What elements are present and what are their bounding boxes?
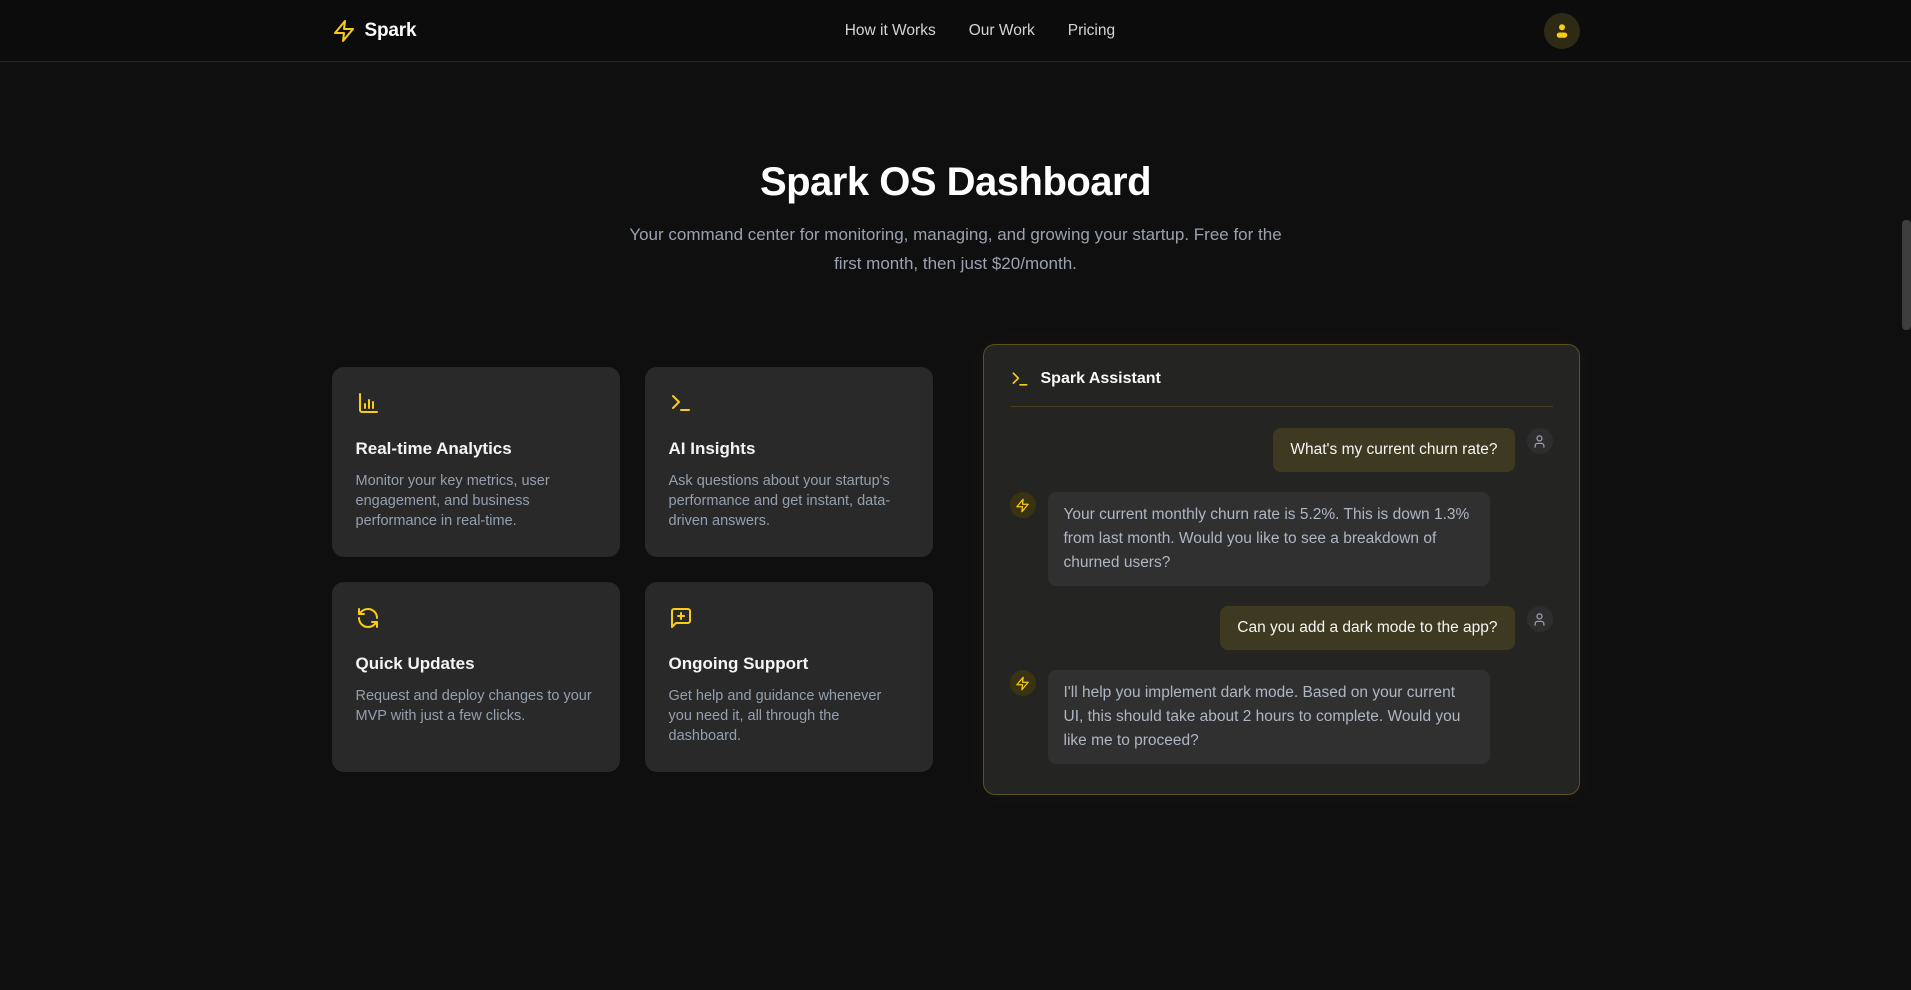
- page-title: Spark OS Dashboard: [0, 158, 1911, 206]
- feature-description: Get help and guidance whenever you need …: [669, 686, 909, 746]
- user-icon: [1532, 434, 1547, 449]
- feature-title: AI Insights: [669, 439, 909, 459]
- nav-links: How it Works Our Work Pricing: [845, 22, 1115, 40]
- user-message-row: What's my current churn rate?: [1010, 428, 1553, 472]
- feature-card-realtime-analytics: Real-time Analytics Monitor your key met…: [332, 367, 620, 557]
- bar-chart-icon: [356, 391, 596, 415]
- brand-name: Spark: [365, 20, 417, 42]
- message-list: What's my current churn rate? Your curre…: [1010, 428, 1553, 764]
- assistant-panel-title: Spark Assistant: [1041, 370, 1161, 388]
- user-message-bubble: Can you add a dark mode to the app?: [1220, 606, 1514, 650]
- nav-link-our-work[interactable]: Our Work: [969, 22, 1035, 40]
- user-filled-icon: [1553, 22, 1571, 40]
- brand-logo[interactable]: Spark: [332, 19, 417, 43]
- hero-section: Spark OS Dashboard Your command center f…: [0, 158, 1911, 278]
- feature-card-ai-insights: AI Insights Ask questions about your sta…: [645, 367, 933, 557]
- spark-assistant-panel: Spark Assistant What's my current churn …: [983, 344, 1580, 795]
- terminal-icon: [1010, 369, 1030, 389]
- main-content: Spark OS Dashboard Your command center f…: [0, 158, 1911, 795]
- assistant-avatar: [1010, 492, 1036, 518]
- hero-subtitle: Your command center for monitoring, mana…: [616, 220, 1296, 278]
- nav-link-how-it-works[interactable]: How it Works: [845, 22, 936, 40]
- navbar: Spark How it Works Our Work Pricing: [0, 0, 1911, 62]
- feature-description: Monitor your key metrics, user engagemen…: [356, 471, 596, 531]
- feature-title: Real-time Analytics: [356, 439, 596, 459]
- terminal-icon: [669, 391, 909, 415]
- user-avatar: [1527, 428, 1553, 454]
- user-avatar: [1527, 606, 1553, 632]
- nav-link-pricing[interactable]: Pricing: [1068, 22, 1115, 40]
- assistant-avatar: [1010, 670, 1036, 696]
- message-square-plus-icon: [669, 606, 909, 630]
- spark-bolt-icon: [1015, 676, 1030, 691]
- user-message-bubble: What's my current churn rate?: [1273, 428, 1514, 472]
- assistant-message-row: I'll help you implement dark mode. Based…: [1010, 670, 1553, 764]
- user-icon: [1532, 612, 1547, 627]
- vertical-scrollbar-thumb[interactable]: [1902, 220, 1911, 330]
- assistant-panel-header: Spark Assistant: [1010, 369, 1553, 407]
- assistant-message-row: Your current monthly churn rate is 5.2%.…: [1010, 492, 1553, 586]
- feature-card-quick-updates: Quick Updates Request and deploy changes…: [332, 582, 620, 772]
- feature-description: Ask questions about your startup's perfo…: [669, 471, 909, 531]
- navbar-inner: Spark How it Works Our Work Pricing: [332, 0, 1580, 61]
- assistant-message-bubble: I'll help you implement dark mode. Based…: [1048, 670, 1490, 764]
- assistant-message-bubble: Your current monthly churn rate is 5.2%.…: [1048, 492, 1490, 586]
- user-message-row: Can you add a dark mode to the app?: [1010, 606, 1553, 650]
- content-row: Real-time Analytics Monitor your key met…: [332, 344, 1580, 795]
- feature-title: Quick Updates: [356, 654, 596, 674]
- account-avatar-button[interactable]: [1544, 13, 1580, 49]
- spark-bolt-icon: [332, 19, 356, 43]
- features-grid: Real-time Analytics Monitor your key met…: [332, 367, 933, 772]
- refresh-icon: [356, 606, 596, 630]
- feature-description: Request and deploy changes to your MVP w…: [356, 686, 596, 726]
- feature-title: Ongoing Support: [669, 654, 909, 674]
- feature-card-ongoing-support: Ongoing Support Get help and guidance wh…: [645, 582, 933, 772]
- spark-bolt-icon: [1015, 498, 1030, 513]
